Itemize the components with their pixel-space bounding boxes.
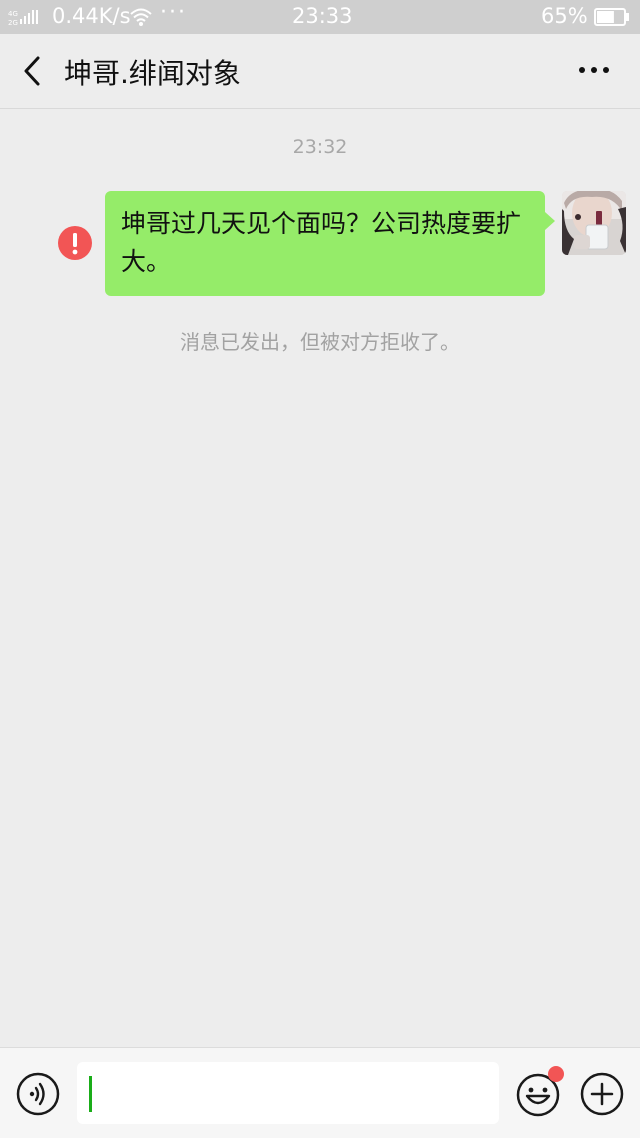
wifi-icon	[130, 8, 152, 26]
message-text: 坤哥过几天见个面吗？公司热度要扩大。	[121, 209, 522, 276]
plus-icon[interactable]	[580, 1072, 624, 1116]
svg-text:4G: 4G	[8, 10, 18, 18]
message-timestamp: 23:32	[292, 136, 348, 158]
chat-title: 坤哥.绯闻对象	[64, 57, 241, 90]
status-more-icon: ···	[160, 0, 187, 25]
network-speed: 0.44K/s	[52, 4, 131, 28]
message-input[interactable]	[77, 1062, 499, 1124]
notification-dot	[548, 1066, 564, 1082]
status-time: 23:33	[292, 4, 353, 28]
input-bar	[0, 1047, 640, 1138]
system-note: 消息已发出，但被对方拒收了。	[180, 330, 460, 354]
chat-header: 坤哥.绯闻对象	[0, 34, 640, 109]
svg-text:2G: 2G	[8, 19, 18, 26]
signal-icon: 4G 2G	[8, 10, 38, 26]
avatar[interactable]	[562, 191, 626, 255]
chat-screen: 4G 2G 0.44K/s ··· 23:33 65% 坤哥.绯闻对象 23:3…	[0, 0, 640, 1138]
bubble-tail	[545, 212, 555, 230]
message-bubble[interactable]: 坤哥过几天见个面吗？公司热度要扩大。	[105, 191, 545, 296]
chevron-left-icon[interactable]	[16, 54, 48, 88]
battery-icon	[594, 8, 629, 26]
status-bar: 4G 2G 0.44K/s ··· 23:33 65%	[0, 0, 640, 34]
more-dots-icon[interactable]	[576, 58, 612, 82]
voice-icon[interactable]	[16, 1072, 60, 1116]
text-caret	[89, 1076, 92, 1112]
error-exclamation-icon[interactable]	[57, 225, 93, 261]
battery-percent: 65%	[541, 4, 588, 28]
